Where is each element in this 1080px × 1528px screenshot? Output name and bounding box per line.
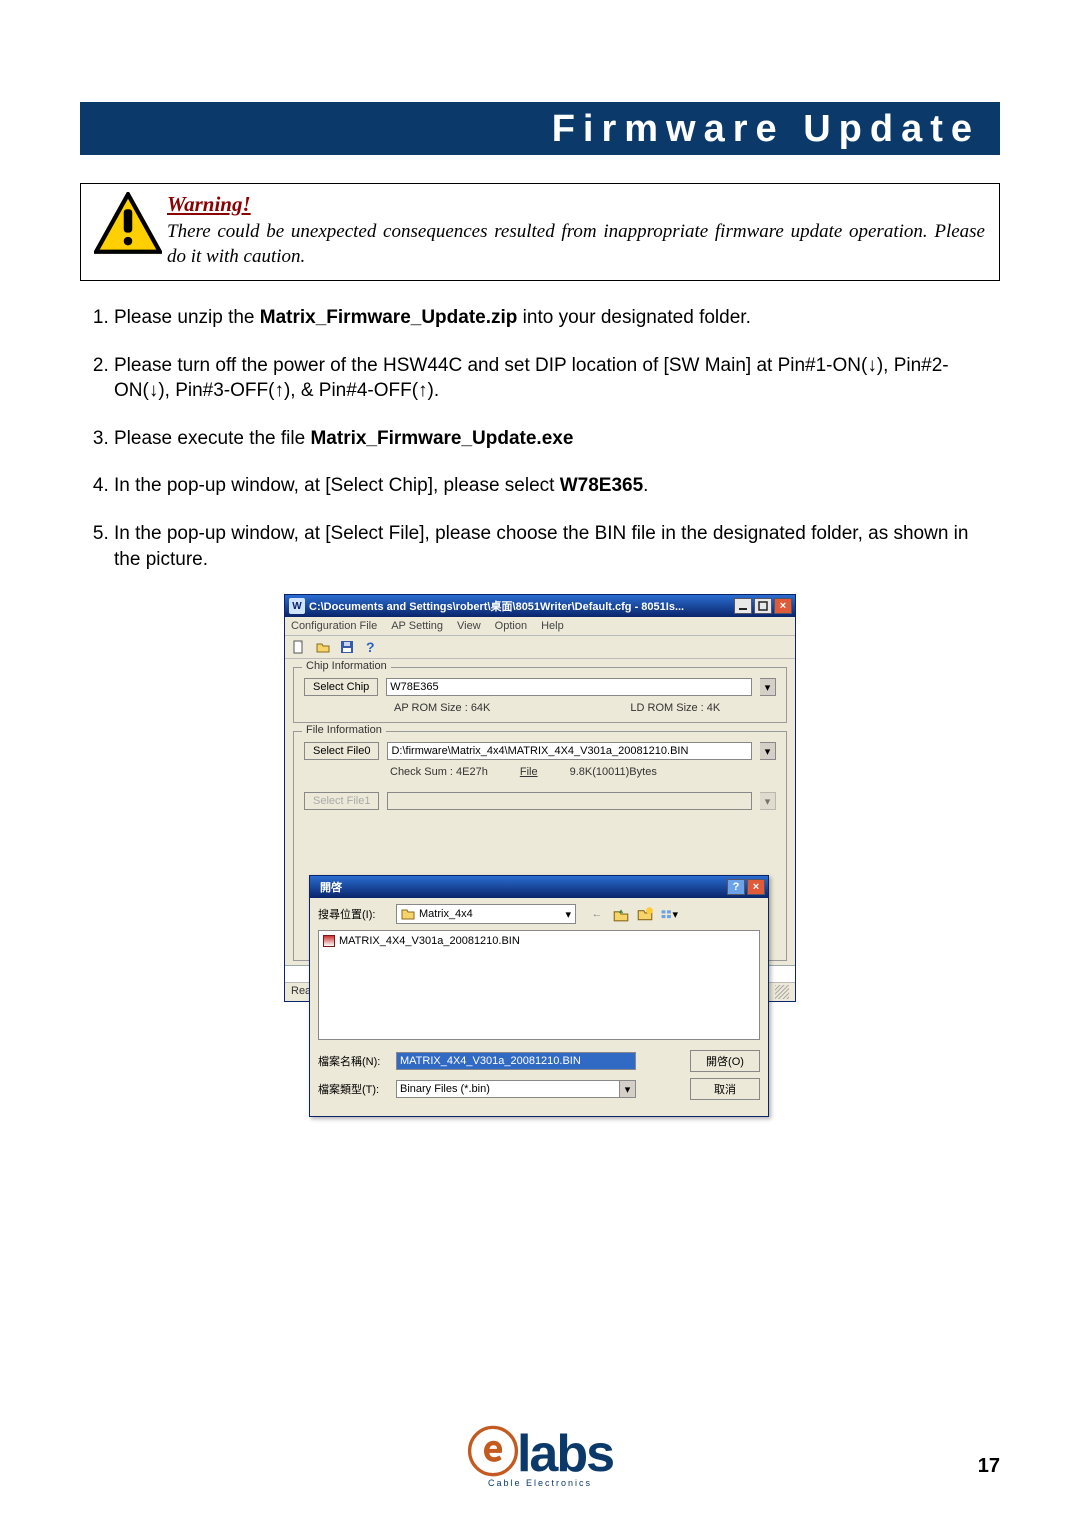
- file0-path-field[interactable]: [387, 742, 752, 760]
- filename-label: 檔案名稱(N):: [318, 1053, 390, 1069]
- step-4-bold: W78E365: [560, 475, 643, 496]
- app-title: C:\Documents and Settings\robert\桌面\8051…: [309, 598, 734, 614]
- step-4-pre: In the pop-up window, at [Select Chip], …: [114, 475, 560, 496]
- step-1: Please unzip the Matrix_Firmware_Update.…: [114, 305, 1000, 331]
- select-file0-button[interactable]: Select File0: [304, 742, 379, 760]
- open-dialog-titlebar[interactable]: 開啓 ? ×: [310, 876, 768, 898]
- section-header: Firmware Update: [80, 100, 1000, 155]
- warning-icon: [89, 192, 167, 254]
- file1-path-field: [387, 792, 752, 810]
- look-in-value: Matrix_4x4: [419, 908, 473, 920]
- step-3-bold: Matrix_Firmware_Update.exe: [310, 428, 573, 449]
- chip-info-panel: Chip Information Select Chip ▾ AP ROM Si…: [293, 667, 787, 723]
- section-header-text: Firmware Update: [552, 108, 980, 150]
- app-titlebar[interactable]: W C:\Documents and Settings\robert\桌面\80…: [285, 595, 795, 617]
- file-checksum: Check Sum : 4E27h: [390, 766, 488, 778]
- warning-box: Warning! There could be unexpected conse…: [80, 183, 1000, 281]
- filetype-combo[interactable]: [396, 1080, 620, 1098]
- warning-title: Warning!: [167, 192, 251, 216]
- open-button[interactable]: 開啓(O): [690, 1050, 760, 1072]
- nav-back-icon[interactable]: ←: [588, 905, 606, 923]
- step-3-pre: Please execute the file: [114, 428, 310, 449]
- step-1-pre: Please unzip the: [114, 307, 260, 328]
- logo-subtext: Cable Electronics: [467, 1478, 613, 1488]
- close-button[interactable]: ×: [774, 598, 792, 614]
- nav-new-folder-icon[interactable]: [636, 905, 654, 923]
- open-dialog-help-button[interactable]: ?: [727, 879, 745, 895]
- folder-icon: [401, 908, 415, 920]
- instruction-list: Please unzip the Matrix_Firmware_Update.…: [80, 305, 1000, 572]
- filename-field[interactable]: [396, 1052, 636, 1070]
- chip-value-field[interactable]: [386, 678, 752, 696]
- logo-globe-icon: ⓔ: [467, 1425, 517, 1483]
- ld-rom-size: LD ROM Size : 4K: [630, 702, 720, 714]
- page-footer: ⓔlabs Cable Electronics 17: [80, 1411, 1000, 1488]
- file-label: File: [520, 766, 538, 778]
- toolbar: ?: [285, 635, 795, 659]
- menu-config-file[interactable]: Configuration File: [291, 620, 377, 632]
- app-window: W C:\Documents and Settings\robert\桌面\80…: [284, 594, 796, 1002]
- save-file-icon[interactable]: [338, 638, 356, 656]
- file0-dropdown-arrow[interactable]: ▾: [760, 742, 776, 760]
- step-3: Please execute the file Matrix_Firmware_…: [114, 426, 1000, 452]
- file-info-legend: File Information: [302, 724, 386, 736]
- file-list-item[interactable]: MATRIX_4X4_V301a_20081210.BIN: [323, 935, 755, 947]
- help-icon[interactable]: ?: [362, 638, 380, 656]
- file-size: 9.8K(10011)Bytes: [570, 766, 657, 778]
- file-open-dialog: 開啓 ? × 搜尋位置(I): Matrix_4x4 ▾: [309, 875, 769, 1117]
- chip-info-legend: Chip Information: [302, 660, 391, 672]
- file-list[interactable]: MATRIX_4X4_V301a_20081210.BIN: [318, 930, 760, 1040]
- step-4-post: .: [643, 475, 648, 496]
- resize-grip-icon[interactable]: [775, 985, 789, 999]
- step-4: In the pop-up window, at [Select Chip], …: [114, 473, 1000, 499]
- look-in-label: 搜尋位置(I):: [318, 906, 390, 922]
- menu-ap-setting[interactable]: AP Setting: [391, 620, 443, 632]
- menubar: Configuration File AP Setting View Optio…: [285, 617, 795, 635]
- ap-rom-size: AP ROM Size : 64K: [394, 702, 490, 714]
- filetype-dropdown-arrow[interactable]: ▾: [620, 1080, 636, 1098]
- open-dialog-title: 開啓: [314, 879, 727, 895]
- app-icon: W: [289, 598, 305, 614]
- step-2: Please turn off the power of the HSW44C …: [114, 353, 1000, 404]
- open-file-icon[interactable]: [314, 638, 332, 656]
- logo-text: labs: [517, 1425, 613, 1483]
- step-1-bold: Matrix_Firmware_Update.zip: [260, 307, 518, 328]
- warning-text-block: Warning! There could be unexpected conse…: [167, 190, 985, 270]
- cancel-button[interactable]: 取消: [690, 1078, 760, 1100]
- page-number: 17: [978, 1455, 1000, 1478]
- menu-help[interactable]: Help: [541, 620, 564, 632]
- maximize-button[interactable]: [754, 598, 772, 614]
- minimize-button[interactable]: [734, 598, 752, 614]
- chip-dropdown-arrow[interactable]: ▾: [760, 678, 776, 696]
- bin-file-icon: [323, 935, 335, 947]
- filetype-label: 檔案類型(T):: [318, 1081, 390, 1097]
- svg-text:?: ?: [366, 639, 375, 655]
- file-list-item-label: MATRIX_4X4_V301a_20081210.BIN: [339, 935, 520, 947]
- select-chip-button[interactable]: Select Chip: [304, 678, 378, 696]
- step-5: In the pop-up window, at [Select File], …: [114, 521, 1000, 572]
- step-1-post: into your designated folder.: [517, 307, 750, 328]
- nav-up-icon[interactable]: [612, 905, 630, 923]
- menu-view[interactable]: View: [457, 620, 481, 632]
- select-file1-button: Select File1: [304, 792, 379, 810]
- look-in-combo[interactable]: Matrix_4x4 ▾: [396, 904, 576, 924]
- file1-dropdown-arrow: ▾: [760, 792, 776, 810]
- brand-logo: ⓔlabs Cable Electronics: [467, 1411, 613, 1488]
- new-file-icon[interactable]: [290, 638, 308, 656]
- nav-view-menu-icon[interactable]: ▾: [660, 905, 678, 923]
- menu-option[interactable]: Option: [495, 620, 527, 632]
- open-dialog-close-button[interactable]: ×: [747, 879, 765, 895]
- warning-body: There could be unexpected consequences r…: [167, 221, 985, 268]
